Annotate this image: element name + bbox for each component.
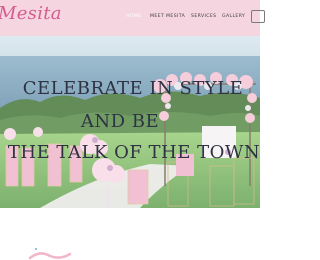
nav-home-link[interactable]: HOME [126,14,142,19]
hero-heading-line-1: CELEBRATE IN STYLE [22,78,244,99]
site-logo[interactable]: Mesita [0,3,62,24]
content-section [0,208,260,260]
nav-services-link[interactable]: SERVICES [191,14,216,19]
hero-heading-line-2: AND BE [80,111,160,132]
site-header: Mesita HOME MEET MESITA SERVICES GALLERY [0,0,265,36]
hero-banner: CELEBRATE IN STYLE AND BE THE TALK OF TH… [0,36,260,208]
decorative-divider-icon [28,248,72,260]
menu-toggle-button[interactable] [251,10,265,23]
nav-meet-link[interactable]: MEET MESITA [150,14,185,19]
hero-heading-line-3: THE TALK OF THE TOWN [7,142,260,163]
nav-gallery-link[interactable]: GALLERY [222,14,245,19]
